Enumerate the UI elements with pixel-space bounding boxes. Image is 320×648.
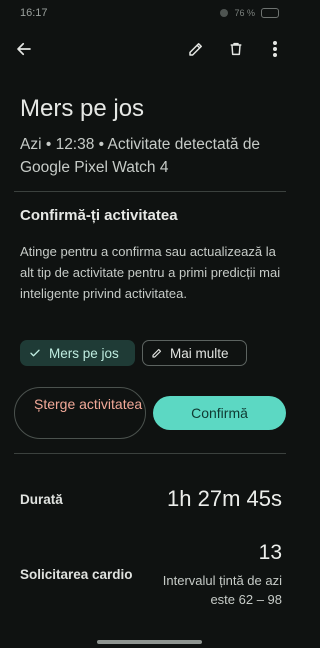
more-activities-label: Mai multe [170,345,229,361]
delete-activity-button[interactable]: Șterge activitatea [14,387,146,439]
delete-button[interactable] [220,33,252,65]
status-bar: 16:17 76 % [0,0,299,28]
back-arrow-icon [17,42,31,56]
check-icon [30,349,40,357]
activity-subtitle: Azi • 12:38 • Activitate detectată de Go… [20,136,261,176]
edit-button[interactable] [180,33,212,65]
walking-chip-label: Mers pe jos [49,345,119,361]
edit-pencil-icon [189,43,202,56]
duration-value: 1h 27m 45s [167,486,282,511]
status-time: 16:17 [20,7,48,19]
confirm-section-title: Confirmă-ți activitatea [20,207,178,224]
cardio-load-value: 13 [258,541,282,564]
battery-percent: 76 % [234,8,255,18]
trash-icon [230,42,242,56]
walking-chip[interactable]: Mers pe jos [20,340,135,366]
back-button[interactable] [8,33,40,65]
more-vertical-icon [273,41,277,57]
pencil-icon [152,348,162,358]
divider [14,191,286,192]
status-icons: 76 % [220,8,279,18]
divider [14,453,286,454]
confirm-button[interactable]: Confirmă [153,396,286,430]
more-options-button[interactable] [259,33,291,65]
cardio-load-label: Solicitarea cardio [20,567,133,582]
gesture-nav-handle[interactable] [97,640,202,644]
confirm-section-description: Atinge pentru a confirma sau actualizeaz… [20,244,281,301]
battery-icon [261,8,279,18]
duration-label: Durată [20,492,63,507]
alarm-icon [220,9,229,17]
cardio-target-note: Intervalul țintă de azi este 62 – 98 [162,573,282,607]
app-bar [0,28,299,70]
more-activities-chip[interactable]: Mai multe [142,340,247,366]
activity-title: Mers pe jos [20,95,145,122]
